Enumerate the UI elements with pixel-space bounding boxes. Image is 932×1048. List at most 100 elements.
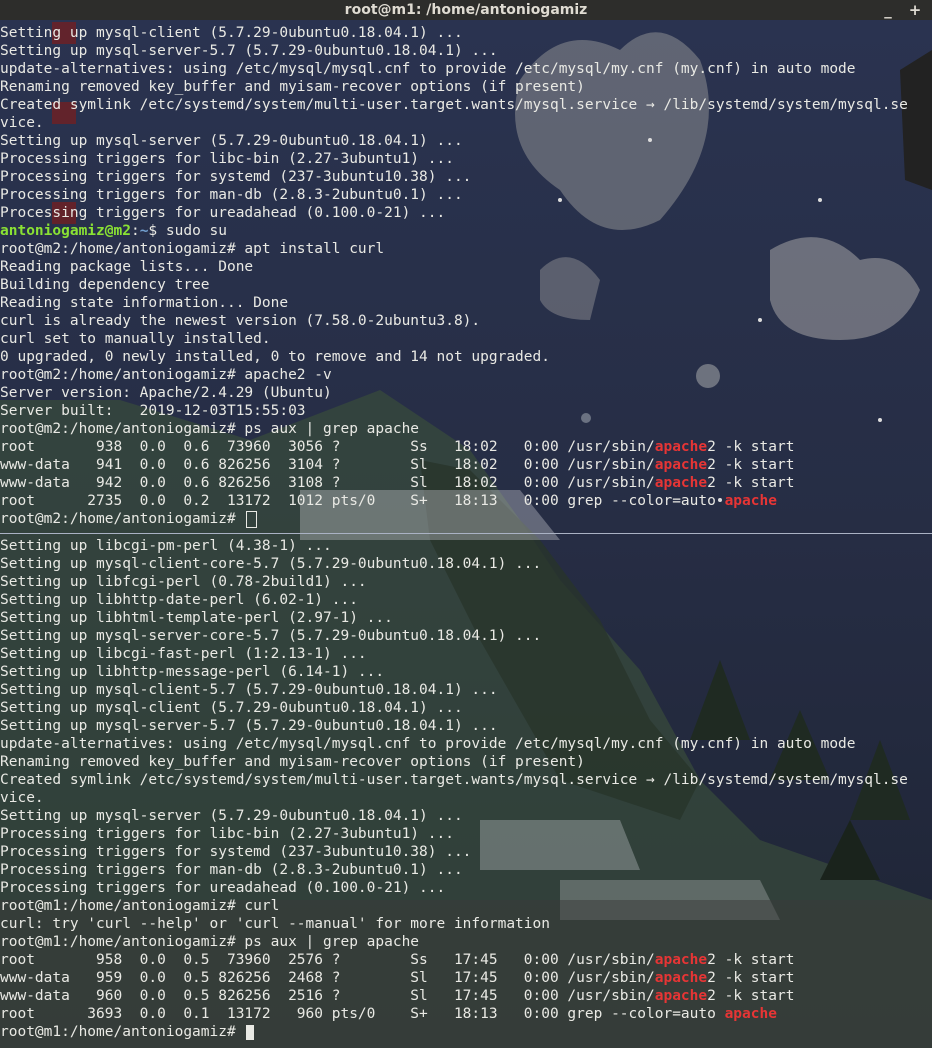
terminal-text: Setting up mysql-server (5.7.29-0ubuntu0… bbox=[0, 133, 463, 149]
terminal-text: vice. bbox=[0, 115, 44, 131]
terminal-text: curl set to manually installed. bbox=[0, 331, 271, 347]
terminal-line: Setting up libhttp-message-perl (6.14-1)… bbox=[0, 663, 932, 681]
terminal-line: curl is already the newest version (7.58… bbox=[0, 312, 932, 330]
terminal-line: Server version: Apache/2.4.29 (Ubuntu) bbox=[0, 384, 932, 402]
terminal-text: root@m2:/home/antoniogamiz# bbox=[0, 511, 245, 527]
terminal-line: Setting up libhttp-date-perl (6.02-1) ..… bbox=[0, 591, 932, 609]
terminal-cursor bbox=[246, 1024, 255, 1040]
terminal-line: Setting up mysql-server-5.7 (5.7.29-0ubu… bbox=[0, 42, 932, 60]
terminal-line: Created symlink /etc/systemd/system/mult… bbox=[0, 771, 932, 789]
terminal-line: Processing triggers for libc-bin (2.27-3… bbox=[0, 825, 932, 843]
terminal-line: 0 upgraded, 0 newly installed, 0 to remo… bbox=[0, 348, 932, 366]
terminal-line: Processing triggers for ureadahead (0.10… bbox=[0, 879, 932, 897]
terminal-line: Setting up mysql-server (5.7.29-0ubuntu0… bbox=[0, 132, 932, 150]
terminal-line: root@m2:/home/antoniogamiz# ps aux | gre… bbox=[0, 420, 932, 438]
terminal-line: Reading package lists... Done bbox=[0, 258, 932, 276]
terminal-text: Processing triggers for man-db (2.8.3-2u… bbox=[0, 187, 463, 203]
terminal-text: Setting up libcgi-pm-perl (4.38-1) ... bbox=[0, 538, 332, 554]
terminal-text: Setting up mysql-server-core-5.7 (5.7.29… bbox=[0, 628, 542, 644]
terminal-line: root@m2:/home/antoniogamiz# apt install … bbox=[0, 240, 932, 258]
terminal-text: Processing triggers for libc-bin (2.27-3… bbox=[0, 151, 454, 167]
terminal-line: www-data 941 0.0 0.6 826256 3104 ? Sl 18… bbox=[0, 456, 932, 474]
terminal-text: update-alternatives: using /etc/mysql/my… bbox=[0, 736, 856, 752]
terminal-text: 2 -k start bbox=[707, 457, 795, 473]
terminal-line: Processing triggers for libc-bin (2.27-3… bbox=[0, 150, 932, 168]
terminal-text: Processing triggers for libc-bin (2.27-3… bbox=[0, 826, 454, 842]
terminal-text: Setting up mysql-client-core-5.7 (5.7.29… bbox=[0, 556, 542, 572]
terminal-text: Setting up mysql-client (5.7.29-0ubuntu0… bbox=[0, 700, 463, 716]
terminal-text: : bbox=[130, 223, 140, 239]
terminal-text: Processing triggers for man-db (2.8.3-2u… bbox=[0, 862, 463, 878]
terminal-text: Setting up mysql-client-5.7 (5.7.29-0ubu… bbox=[0, 682, 498, 698]
terminal-text: curl is already the newest version (7.58… bbox=[0, 313, 481, 329]
terminal-text: root@m2:/home/antoniogamiz# ps aux | gre… bbox=[0, 421, 420, 437]
window-title: root@m1: /home/antoniogamiz bbox=[344, 2, 588, 18]
terminal-line: root 938 0.0 0.6 73960 3056 ? Ss 18:02 0… bbox=[0, 438, 932, 456]
terminal-line: root@m1:/home/antoniogamiz# ps aux | gre… bbox=[0, 933, 932, 951]
terminal-line: Setting up libhtml-template-perl (2.97-1… bbox=[0, 609, 932, 627]
terminal-text: Created symlink /etc/systemd/system/mult… bbox=[0, 772, 908, 788]
terminal-line: Setting up mysql-client-core-5.7 (5.7.29… bbox=[0, 555, 932, 573]
terminal-line: Processing triggers for man-db (2.8.3-2u… bbox=[0, 186, 932, 204]
window-titlebar[interactable]: root@m1: /home/antoniogamiz _ + bbox=[0, 0, 932, 20]
terminal-text: update-alternatives: using /etc/mysql/my… bbox=[0, 61, 856, 77]
terminal-text: root 2735 0.0 0.2 13172 1012 pts/0 S+ 18… bbox=[0, 493, 725, 509]
terminal-line: root@m1:/home/antoniogamiz# curl bbox=[0, 897, 932, 915]
terminal-line: Setting up libcgi-fast-perl (1:2.13-1) .… bbox=[0, 645, 932, 663]
terminal-text: Setting up mysql-client (5.7.29-0ubuntu0… bbox=[0, 25, 463, 41]
terminal-line: www-data 959 0.0 0.5 826256 2468 ? Sl 17… bbox=[0, 969, 932, 987]
terminal-text: Reading state information... Done bbox=[0, 295, 289, 311]
prompt-user-host: antoniogamiz@m2 bbox=[0, 223, 131, 239]
terminal-line: root 2735 0.0 0.2 13172 1012 pts/0 S+ 18… bbox=[0, 492, 932, 510]
terminal-text: 2 -k start bbox=[707, 952, 795, 968]
terminal-text: 2 -k start bbox=[707, 970, 795, 986]
maximize-button[interactable]: + bbox=[904, 0, 926, 20]
terminal-text: Setting up mysql-server (5.7.29-0ubuntu0… bbox=[0, 808, 463, 824]
terminal-text: 2 -k start bbox=[707, 475, 795, 491]
terminal-line: vice. bbox=[0, 114, 932, 132]
terminal-text: $ sudo su bbox=[148, 223, 227, 239]
terminal-text: vice. bbox=[0, 790, 44, 806]
terminal-line: www-data 942 0.0 0.6 826256 3108 ? Sl 18… bbox=[0, 474, 932, 492]
terminal-line: Reading state information... Done bbox=[0, 294, 932, 312]
pane-divider[interactable] bbox=[0, 533, 932, 534]
terminal-line: vice. bbox=[0, 789, 932, 807]
terminal-line: Setting up mysql-server-5.7 (5.7.29-0ubu… bbox=[0, 717, 932, 735]
terminal-line: root@m1:/home/antoniogamiz# bbox=[0, 1023, 932, 1041]
terminal-pane-top[interactable]: Setting up mysql-client (5.7.29-0ubuntu0… bbox=[0, 24, 932, 532]
terminal-text: www-data 941 0.0 0.6 826256 3104 ? Sl 18… bbox=[0, 457, 655, 473]
grep-match-highlight: apache bbox=[724, 493, 777, 509]
terminal-text: Renaming removed key_buffer and myisam-r… bbox=[0, 79, 585, 95]
terminal-text: Processing triggers for systemd (237-3ub… bbox=[0, 844, 472, 860]
grep-match-highlight: apache bbox=[724, 1006, 777, 1022]
terminal-text: Processing triggers for ureadahead (0.10… bbox=[0, 880, 446, 896]
terminal-line: Setting up mysql-client (5.7.29-0ubuntu0… bbox=[0, 24, 932, 42]
terminal-line: Building dependency tree bbox=[0, 276, 932, 294]
terminal-line: root 3693 0.0 0.1 13172 960 pts/0 S+ 18:… bbox=[0, 1005, 932, 1023]
terminal-text: Setting up libhttp-date-perl (6.02-1) ..… bbox=[0, 592, 358, 608]
terminal-line: Setting up mysql-client-5.7 (5.7.29-0ubu… bbox=[0, 681, 932, 699]
terminal-text: root 958 0.0 0.5 73960 2576 ? Ss 17:45 0… bbox=[0, 952, 655, 968]
terminal-text: Server version: Apache/2.4.29 (Ubuntu) bbox=[0, 385, 332, 401]
terminal-text: Setting up libhttp-message-perl (6.14-1)… bbox=[0, 664, 385, 680]
terminal-text: www-data 942 0.0 0.6 826256 3108 ? Sl 18… bbox=[0, 475, 655, 491]
grep-match-highlight: apache bbox=[654, 970, 708, 986]
terminal-line: root@m2:/home/antoniogamiz# apache2 -v bbox=[0, 366, 932, 384]
terminal-text: Processing triggers for ureadahead (0.10… bbox=[0, 205, 446, 221]
terminal-text: root 3693 0.0 0.1 13172 960 pts/0 S+ 18:… bbox=[0, 1006, 725, 1022]
grep-match-highlight: apache bbox=[654, 988, 708, 1004]
terminal-text: 2 -k start bbox=[707, 988, 795, 1004]
terminal-text: root@m1:/home/antoniogamiz# ps aux | gre… bbox=[0, 934, 420, 950]
terminal-line: antoniogamiz@m2:~$ sudo su bbox=[0, 222, 932, 240]
terminal-line: Setting up libcgi-pm-perl (4.38-1) ... bbox=[0, 537, 932, 555]
terminal-line: Setting up mysql-server (5.7.29-0ubuntu0… bbox=[0, 807, 932, 825]
terminal-line: www-data 960 0.0 0.5 826256 2516 ? Sl 17… bbox=[0, 987, 932, 1005]
terminal-text: root@m1:/home/antoniogamiz# bbox=[0, 1024, 245, 1040]
minimize-button[interactable]: _ bbox=[877, 0, 899, 20]
terminal-cursor bbox=[246, 510, 258, 528]
terminal-text: root 938 0.0 0.6 73960 3056 ? Ss 18:02 0… bbox=[0, 439, 655, 455]
terminal-line: Processing triggers for man-db (2.8.3-2u… bbox=[0, 861, 932, 879]
terminal-pane-bottom[interactable]: Setting up libcgi-pm-perl (4.38-1) ... Se… bbox=[0, 537, 932, 1042]
terminal-text: Reading package lists... Done bbox=[0, 259, 254, 275]
terminal-text: Building dependency tree bbox=[0, 277, 210, 293]
